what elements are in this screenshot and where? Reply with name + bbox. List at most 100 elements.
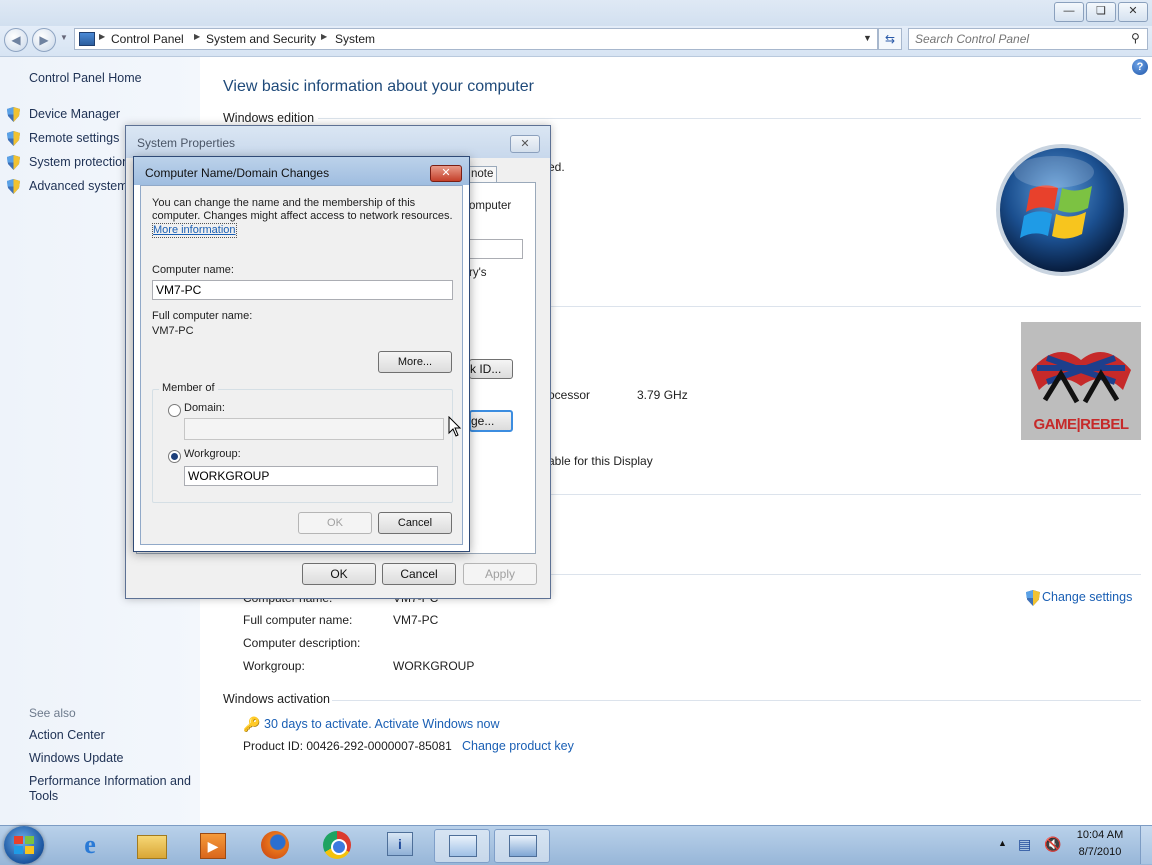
change-button[interactable]: ge... bbox=[469, 410, 513, 432]
forward-button[interactable]: ▶ bbox=[32, 28, 56, 52]
see-also-performance-tools[interactable]: Tools bbox=[29, 789, 58, 803]
shield-icon bbox=[7, 107, 20, 122]
keys-icon: 🔑 bbox=[243, 716, 261, 732]
cn-cancel-button[interactable]: Cancel bbox=[378, 512, 452, 534]
back-button[interactable]: ◀ bbox=[4, 28, 28, 52]
section-divider bbox=[550, 306, 1141, 307]
breadcrumb-system-and-security[interactable]: System and Security bbox=[206, 32, 316, 46]
refresh-icon: ⇆ bbox=[884, 32, 896, 46]
sidebar-item-remote-settings[interactable]: Remote settings bbox=[29, 131, 119, 145]
tab-remote[interactable]: note bbox=[469, 166, 497, 183]
forward-arrow-icon: ▶ bbox=[39, 33, 49, 47]
see-also-windows-update[interactable]: Windows Update bbox=[29, 751, 124, 765]
more-button[interactable]: More... bbox=[378, 351, 452, 373]
address-dropdown-icon[interactable]: ▼ bbox=[863, 33, 872, 43]
media-player-icon[interactable]: ▶ bbox=[190, 829, 234, 861]
shield-icon bbox=[7, 131, 20, 146]
refresh-button[interactable]: ⇆ bbox=[878, 28, 902, 50]
sysprops-cancel-button[interactable]: Cancel bbox=[382, 563, 456, 585]
control-panel-taskbar-button[interactable] bbox=[434, 829, 490, 863]
sidebar-item-device-manager[interactable]: Device Manager bbox=[29, 107, 120, 121]
system-properties-close-button[interactable]: ✕ bbox=[510, 135, 540, 153]
computer-name-input[interactable] bbox=[152, 280, 453, 300]
minimize-button[interactable]: — bbox=[1054, 2, 1084, 22]
start-button[interactable] bbox=[4, 826, 44, 864]
network-id-button[interactable]: k ID... bbox=[469, 359, 513, 379]
control-panel-icon bbox=[79, 32, 95, 46]
cn-ok-button[interactable]: OK bbox=[298, 512, 372, 534]
chrome-icon[interactable] bbox=[315, 829, 359, 861]
firefox-icon[interactable] bbox=[253, 829, 297, 861]
help-icon[interactable]: ? bbox=[1132, 59, 1148, 75]
sysprops-ok-button[interactable]: OK bbox=[302, 563, 376, 585]
change-product-key-link[interactable]: Change product key bbox=[462, 739, 574, 753]
close-button[interactable]: ✕ bbox=[1118, 2, 1148, 22]
windows-logo-icon bbox=[996, 144, 1128, 276]
more-information-link[interactable]: More information bbox=[152, 223, 237, 238]
domain-radio[interactable] bbox=[168, 404, 181, 417]
search-icon[interactable]: ⚲ bbox=[1131, 31, 1140, 45]
computer-name-dialog-title: Computer Name/Domain Changes bbox=[145, 166, 330, 180]
section-divider bbox=[332, 700, 1141, 701]
computer-name-dialog-titlebar: Computer Name/Domain Changes ✕ bbox=[134, 157, 469, 185]
system-properties-taskbar-button[interactable] bbox=[494, 829, 550, 863]
panel-text-fragment: omputer bbox=[469, 200, 512, 212]
sidebar-item-advanced-system[interactable]: Advanced system bbox=[29, 179, 128, 193]
system-properties-titlebar: System Properties ✕ bbox=[126, 126, 550, 158]
search-box: ⚲ bbox=[908, 28, 1148, 50]
windows-edition-heading: Windows edition bbox=[223, 111, 315, 125]
network-icon[interactable]: ▤ bbox=[1018, 836, 1031, 853]
section-divider bbox=[550, 494, 1141, 495]
maximize-button[interactable]: ❏ bbox=[1086, 2, 1116, 22]
internet-explorer-icon[interactable]: e bbox=[68, 829, 112, 861]
see-also-heading: See also bbox=[29, 706, 76, 720]
workgroup-label: Workgroup: bbox=[243, 659, 305, 673]
clock-date[interactable]: 8/7/2010 bbox=[1068, 846, 1132, 858]
computer-name-dialog-close-button[interactable]: ✕ bbox=[430, 165, 462, 182]
activate-windows-link[interactable]: 30 days to activate. Activate Windows no… bbox=[264, 717, 500, 731]
oem-logo-text: GAME|REBEL bbox=[1033, 416, 1129, 433]
rebel-flag-icon bbox=[1031, 352, 1131, 404]
full-computer-name-value: VM7-PC bbox=[152, 325, 194, 337]
section-divider bbox=[550, 574, 1141, 575]
full-computer-name-value: VM7-PC bbox=[393, 613, 439, 627]
section-divider bbox=[318, 118, 1141, 119]
intro-text-line-1: You can change the name and the membersh… bbox=[152, 197, 416, 209]
windows-explorer-icon[interactable] bbox=[129, 829, 173, 861]
pen-touch-text-fragment: able for this Display bbox=[548, 454, 653, 468]
domain-input[interactable] bbox=[184, 418, 444, 440]
windows-flag-icon bbox=[14, 836, 34, 854]
sidebar-control-panel-home[interactable]: Control Panel Home bbox=[29, 71, 142, 85]
sysprops-apply-button[interactable]: Apply bbox=[463, 563, 537, 585]
intro-text-line-2: computer. Changes might affect access to… bbox=[152, 210, 453, 222]
workgroup-radio[interactable] bbox=[168, 450, 181, 463]
clock-time[interactable]: 10:04 AM bbox=[1068, 829, 1132, 841]
see-also-performance-information[interactable]: Performance Information and bbox=[29, 774, 191, 788]
domain-label: Domain: bbox=[184, 402, 225, 414]
workgroup-label: Workgroup: bbox=[184, 448, 241, 460]
recent-pages-dropdown-icon[interactable]: ▼ bbox=[60, 33, 68, 42]
show-hidden-icons-button[interactable]: ▲ bbox=[998, 838, 1007, 848]
change-settings-link[interactable]: Change settings bbox=[1042, 590, 1132, 604]
show-desktop-button[interactable] bbox=[1140, 826, 1152, 864]
breadcrumb-control-panel[interactable]: Control Panel bbox=[111, 32, 184, 46]
breadcrumb-system[interactable]: System bbox=[335, 32, 375, 46]
member-of-label: Member of bbox=[159, 382, 218, 394]
product-id: Product ID: 00426-292-0000007-85081 bbox=[243, 739, 452, 753]
see-also-action-center[interactable]: Action Center bbox=[29, 728, 105, 742]
window-titlebar: — ❏ ✕ bbox=[0, 0, 1152, 26]
workgroup-value: WORKGROUP bbox=[393, 659, 475, 673]
breadcrumb-separator-icon[interactable]: ▶ bbox=[99, 32, 105, 41]
search-input[interactable] bbox=[909, 29, 1131, 49]
back-arrow-icon: ◀ bbox=[11, 33, 21, 47]
computer-name-dialog: Computer Name/Domain Changes ✕ You can c… bbox=[133, 156, 470, 552]
volume-icon[interactable]: 🔇 bbox=[1044, 836, 1061, 853]
sidebar-item-system-protection[interactable]: System protection bbox=[29, 155, 129, 169]
address-bar[interactable]: ▶ Control Panel ▶ System and Security ▶ … bbox=[74, 28, 878, 50]
computer-description-field[interactable] bbox=[469, 239, 523, 259]
breadcrumb-separator-icon[interactable]: ▶ bbox=[321, 32, 327, 41]
full-computer-name-label: Full computer name: bbox=[152, 310, 253, 322]
breadcrumb-separator-icon[interactable]: ▶ bbox=[194, 32, 200, 41]
system-information-icon[interactable]: i bbox=[377, 829, 421, 861]
workgroup-input[interactable] bbox=[184, 466, 438, 486]
